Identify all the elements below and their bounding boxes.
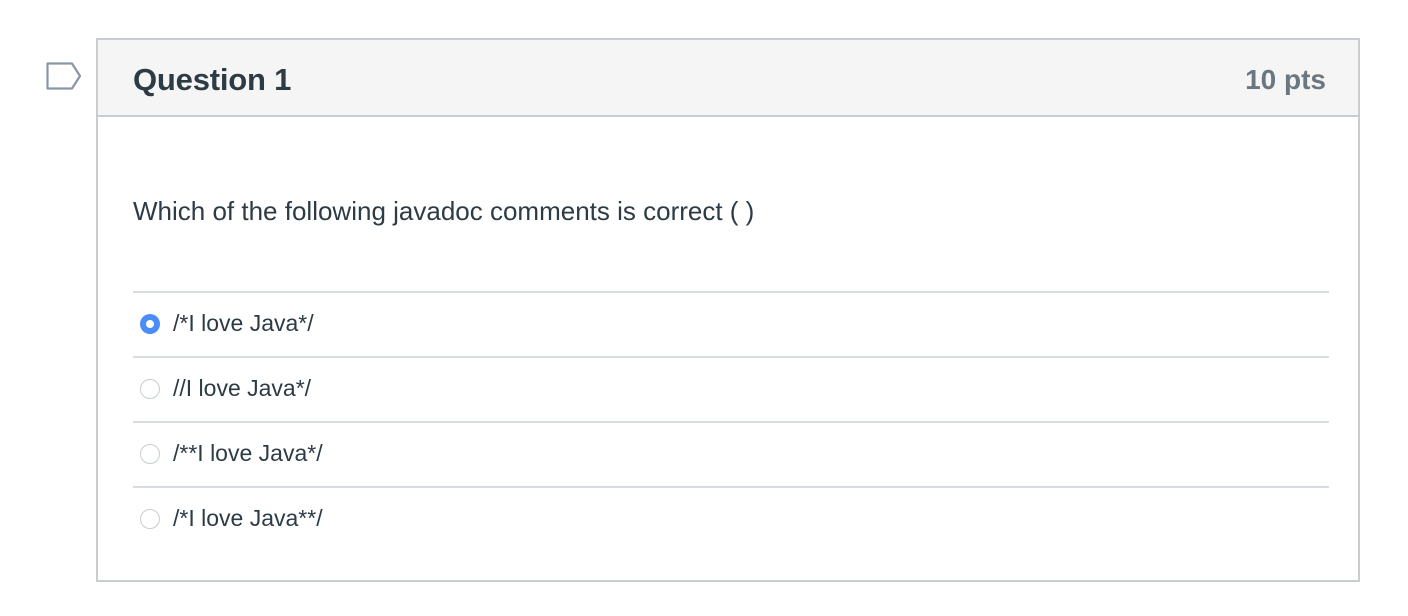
answer-option-3[interactable]: /**I love Java*/	[133, 421, 1329, 486]
question-text: Which of the following javadoc comments …	[133, 196, 755, 226]
answer-label: /**I love Java*/	[173, 440, 323, 466]
answer-option-2[interactable]: //I love Java*/	[133, 356, 1329, 421]
radio-button[interactable]	[140, 509, 160, 529]
question-title: Question 1	[133, 62, 292, 97]
radio-button[interactable]	[140, 379, 160, 399]
flag-question-icon[interactable]	[46, 62, 82, 90]
answer-label: /*I love Java**/	[173, 505, 323, 531]
question-points: 10 pts	[1245, 64, 1326, 95]
answer-option-1[interactable]: /*I love Java*/	[133, 291, 1329, 356]
radio-button[interactable]	[140, 444, 160, 464]
answer-option-4[interactable]: /*I love Java**/	[133, 486, 1329, 551]
question-header: Question 1 10 pts	[98, 40, 1358, 117]
question-card: Question 1 10 pts Which of the following…	[96, 38, 1360, 582]
answer-label: //I love Java*/	[173, 375, 312, 401]
answer-label: /*I love Java*/	[173, 310, 314, 336]
radio-button-selected[interactable]	[140, 314, 160, 334]
answer-list: /*I love Java*/ //I love Java*/ /**I lov…	[133, 291, 1329, 551]
